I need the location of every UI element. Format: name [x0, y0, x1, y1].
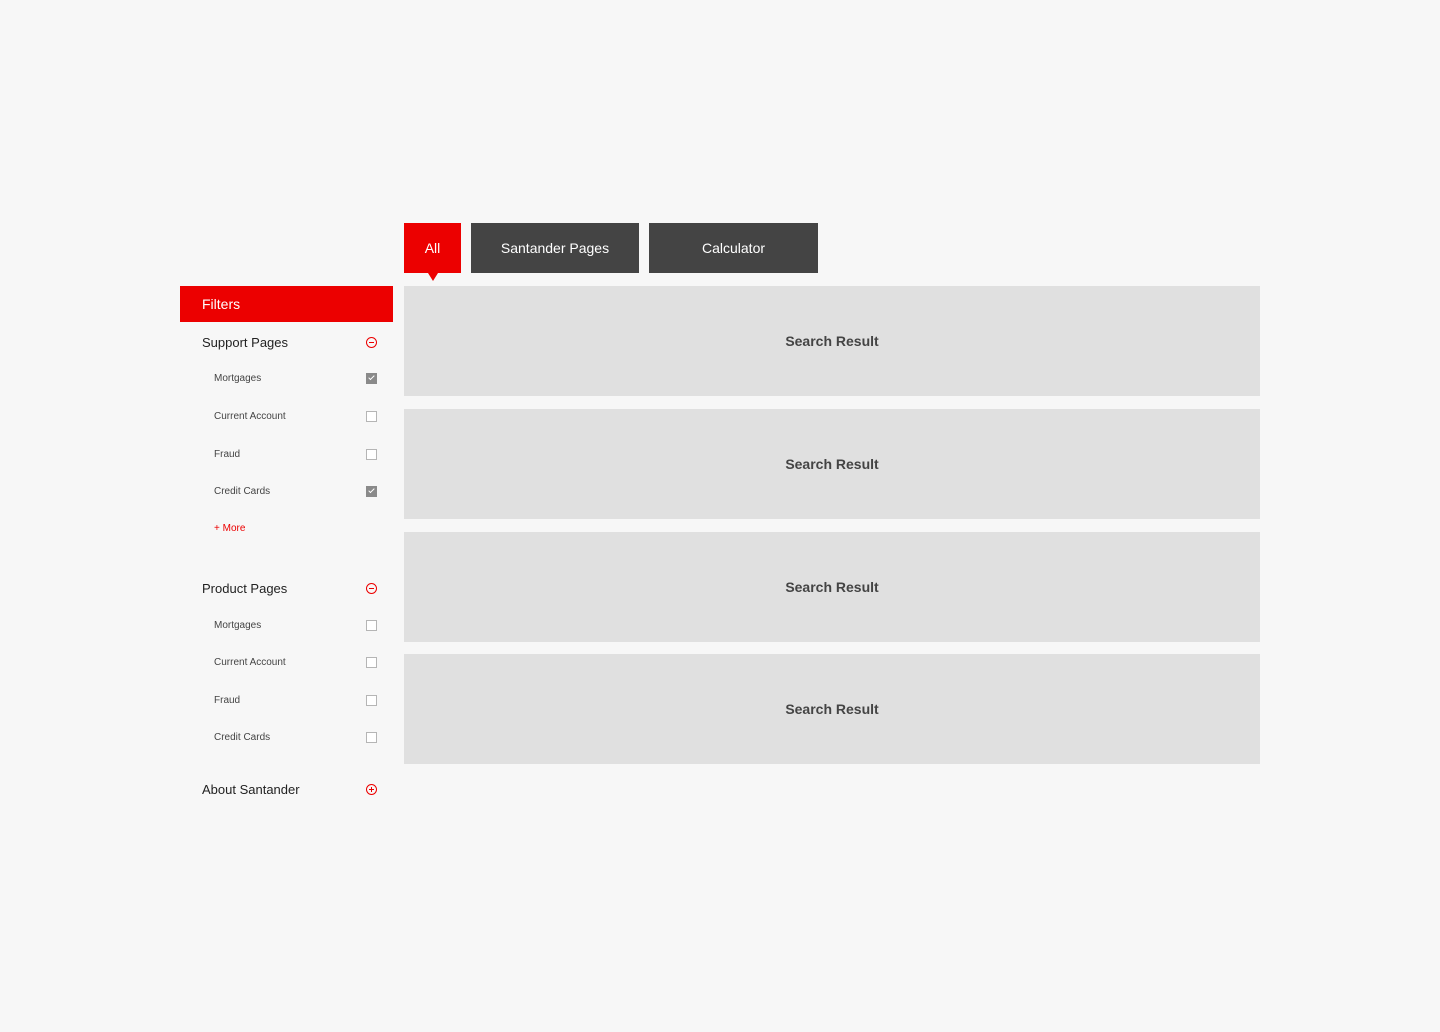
filters-header: Filters: [180, 286, 393, 322]
filter-option-label: Credit Cards: [214, 731, 271, 743]
filters-sidebar: Filters Support Pages Mortgages Current …: [180, 286, 393, 797]
more-filters-link[interactable]: + More: [214, 521, 245, 537]
checkbox[interactable]: [366, 731, 377, 743]
filter-option-support-fraud[interactable]: Fraud: [214, 446, 378, 462]
search-result-label: Search Result: [785, 456, 879, 472]
filter-option-support-current-account[interactable]: Current Account: [214, 408, 378, 424]
about-santander-section-toggle[interactable]: About Santander: [202, 779, 378, 799]
checkbox-checked[interactable]: [366, 372, 377, 384]
filter-option-support-credit-cards[interactable]: Credit Cards: [214, 483, 378, 499]
filter-option-label: Mortgages: [214, 372, 262, 384]
support-pages-section-toggle[interactable]: Support Pages: [202, 332, 378, 352]
search-result-label: Search Result: [785, 579, 879, 595]
filter-option-label: Current Account: [214, 656, 286, 668]
search-result-label: Search Result: [785, 333, 879, 349]
search-result-card[interactable]: Search Result: [404, 654, 1260, 764]
filter-option-label: Mortgages: [214, 619, 262, 631]
checkbox[interactable]: [366, 410, 377, 422]
checkbox[interactable]: [366, 448, 377, 460]
filter-option-label: Fraud: [214, 694, 241, 706]
support-pages-title: Support Pages: [202, 334, 289, 350]
search-result-card[interactable]: Search Result: [404, 532, 1260, 642]
collapse-icon: [366, 336, 377, 348]
tab-calculator-label: Calculator: [701, 240, 766, 256]
tab-santander-pages[interactable]: Santander Pages: [471, 223, 639, 273]
checkbox-checked[interactable]: [366, 485, 377, 497]
tab-all[interactable]: All: [404, 223, 461, 281]
checkbox[interactable]: [366, 656, 377, 668]
filter-option-label: Current Account: [214, 410, 286, 422]
search-result-label: Search Result: [785, 701, 879, 717]
search-result-card[interactable]: Search Result: [404, 409, 1260, 519]
filter-option-label: Credit Cards: [214, 485, 271, 497]
search-result-card[interactable]: Search Result: [404, 286, 1260, 396]
filter-option-product-credit-cards[interactable]: Credit Cards: [214, 729, 378, 745]
tab-all-label: All: [424, 240, 441, 256]
filter-option-support-mortgages[interactable]: Mortgages: [214, 370, 378, 386]
expand-icon: [366, 783, 377, 795]
filter-option-product-mortgages[interactable]: Mortgages: [214, 617, 378, 633]
tab-santander-pages-label: Santander Pages: [500, 240, 610, 256]
tab-calculator[interactable]: Calculator: [649, 223, 818, 273]
product-pages-title: Product Pages: [202, 580, 288, 596]
filter-option-product-fraud[interactable]: Fraud: [214, 692, 378, 708]
filter-option-label: Fraud: [214, 448, 241, 460]
checkbox[interactable]: [366, 619, 377, 631]
about-santander-title: About Santander: [202, 781, 300, 797]
filter-option-product-current-account[interactable]: Current Account: [214, 654, 378, 670]
collapse-icon: [366, 582, 377, 594]
filters-title: Filters: [202, 296, 241, 312]
checkbox[interactable]: [366, 694, 377, 706]
product-pages-section-toggle[interactable]: Product Pages: [202, 578, 378, 598]
